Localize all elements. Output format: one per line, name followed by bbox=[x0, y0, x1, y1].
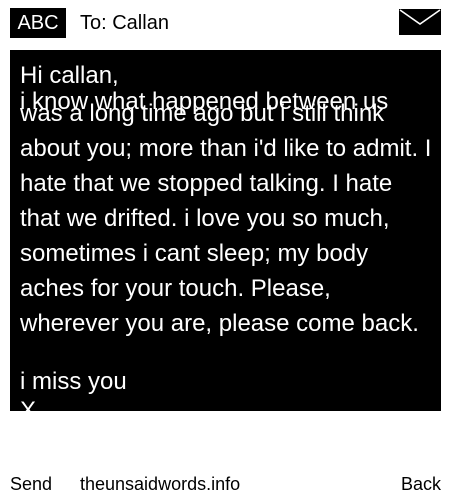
message-greeting: Hi callan, bbox=[20, 62, 119, 89]
back-button[interactable]: Back bbox=[401, 472, 441, 496]
envelope-icon bbox=[399, 9, 441, 35]
send-button[interactable]: Send bbox=[10, 472, 52, 496]
message-body-editor[interactable]: Hi callan, i know what happened between … bbox=[10, 50, 441, 411]
input-mode-indicator: ABC bbox=[10, 8, 66, 38]
site-label: theunsaidwords.info bbox=[80, 474, 241, 494]
message-signoff: X bbox=[20, 397, 37, 411]
message-text: was a long time ago but i still think ab… bbox=[20, 100, 432, 337]
message-closing: i miss you bbox=[20, 368, 127, 395]
recipient-label: To: Callan bbox=[80, 12, 169, 34]
